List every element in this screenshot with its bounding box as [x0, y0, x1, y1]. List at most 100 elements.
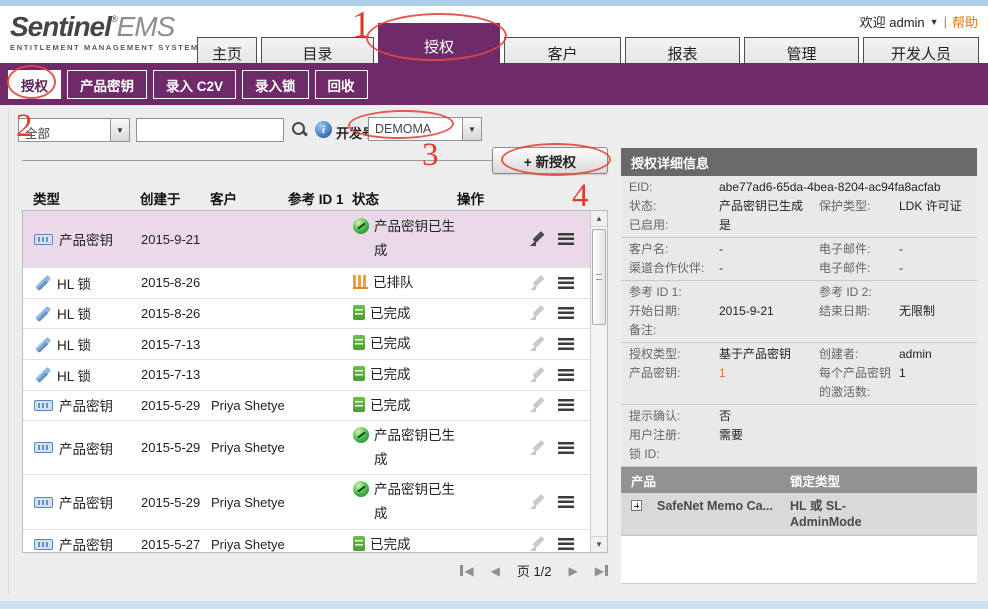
row-status: 已完成: [370, 332, 411, 356]
entitlement-type-value: 基于产品密钥: [719, 345, 819, 364]
creator-value: admin: [899, 345, 969, 364]
status-value: 产品密钥已生成: [719, 197, 819, 216]
ref2-value: [899, 283, 969, 302]
completed-icon: [353, 536, 365, 551]
scroll-down-icon[interactable]: ▼: [591, 536, 607, 552]
search-input[interactable]: [136, 118, 284, 142]
product-key-icon: [34, 539, 53, 550]
email-label: 电子邮件:: [819, 259, 899, 278]
row-type: 产品密钥: [59, 534, 113, 553]
product-key-icon: [34, 442, 53, 453]
ref2-label: 参考 ID 2:: [819, 283, 899, 302]
product-row[interactable]: SafeNet Memo Ca... HL 或 SL-AdminMode: [621, 493, 977, 536]
row-created-date: 2015-5-29: [141, 495, 211, 510]
edit-pencil-icon[interactable]: [529, 397, 545, 413]
table-row[interactable]: 产品密钥 2015-9-21 产品密钥已生成: [23, 211, 592, 268]
row-status: 已完成: [370, 302, 411, 326]
app-header: Sentinel®EMS ENTITLEMENT MANAGEMENT SYST…: [0, 6, 988, 63]
registration-label: 用户注册:: [629, 426, 719, 445]
partner-label: 渠道合作伙伴:: [629, 259, 719, 278]
edit-pencil-icon[interactable]: [529, 305, 545, 321]
pagination: ◀ ◀ 页 1/2 ▶ ▶: [430, 561, 608, 580]
row-type: HL 锁: [57, 303, 91, 323]
edit-pencil-icon[interactable]: [529, 336, 545, 352]
search-icon[interactable]: [291, 121, 308, 138]
chevron-down-icon[interactable]: ▼: [110, 119, 129, 141]
customer-value: -: [719, 240, 819, 259]
first-page-icon[interactable]: ◀: [460, 564, 473, 578]
chevron-down-icon[interactable]: ▼: [462, 118, 481, 140]
row-type: 产品密钥: [59, 395, 113, 415]
new-entitlement-button[interactable]: + 新授权: [492, 147, 608, 174]
expand-icon[interactable]: [631, 500, 642, 511]
actions-menu-icon[interactable]: [558, 338, 574, 350]
queued-icon: [353, 275, 368, 289]
details-panel-title: 授权详细信息: [621, 148, 977, 176]
next-page-icon[interactable]: ▶: [569, 564, 578, 578]
registration-value: 需要: [719, 426, 819, 445]
col-type: 类型: [33, 188, 140, 208]
row-customer: Priya Shetye: [211, 495, 289, 510]
actions-menu-icon[interactable]: [558, 442, 574, 454]
actions-menu-icon[interactable]: [558, 496, 574, 508]
hl-lock-icon: [34, 274, 51, 291]
subnav-tab-checkin-lock[interactable]: 录入锁: [242, 70, 309, 99]
edit-pencil-icon[interactable]: [529, 231, 545, 247]
previous-page-icon[interactable]: ◀: [491, 564, 500, 578]
scroll-up-icon[interactable]: ▲: [591, 211, 607, 227]
type-filter-dropdown[interactable]: 全部 ▼: [18, 118, 130, 142]
table-header: 类型 创建于 客户 参考 ID 1 状态 操作: [22, 185, 608, 210]
row-status: 已完成: [370, 363, 411, 387]
developer-id-value: DEMOMA: [369, 118, 462, 140]
start-date-value: 2015-9-21: [719, 302, 819, 321]
table-row[interactable]: HL 锁 2015-8-26 已排队: [23, 268, 592, 299]
product-keys-value[interactable]: 1: [719, 364, 819, 402]
scrollbar-thumb[interactable]: [592, 229, 606, 325]
actions-menu-icon[interactable]: [558, 277, 574, 289]
product-key-icon: [34, 497, 53, 508]
product-name: SafeNet Memo Ca...: [657, 498, 790, 530]
actions-menu-icon[interactable]: [558, 233, 574, 245]
creator-label: 创建者:: [819, 345, 899, 364]
info-icon[interactable]: i: [315, 121, 332, 138]
edit-pencil-icon[interactable]: [529, 494, 545, 510]
last-page-icon[interactable]: ▶: [595, 564, 608, 578]
key-generated-icon: [353, 481, 369, 497]
actions-menu-icon[interactable]: [558, 307, 574, 319]
table-row[interactable]: HL 锁 2015-8-26 已完成: [23, 299, 592, 330]
edit-pencil-icon[interactable]: [529, 367, 545, 383]
products-table-header: 产品 锁定类型: [621, 467, 977, 493]
actions-menu-icon[interactable]: [558, 399, 574, 411]
email-value: -: [899, 259, 969, 278]
row-customer: Priya Shetye: [211, 440, 289, 455]
subnav-tab-product-keys[interactable]: 产品密钥: [67, 70, 147, 99]
protection-label: 保护类型:: [819, 197, 899, 216]
table-row[interactable]: 产品密钥 2015-5-27 Priya Shetye 已完成: [23, 530, 592, 553]
activations-label: 每个产品密钥的激活数:: [819, 364, 899, 402]
actions-menu-icon[interactable]: [558, 369, 574, 381]
subnav-tab-entitlements[interactable]: 授权: [8, 70, 61, 99]
row-status: 已完成: [370, 394, 411, 418]
row-created-date: 2015-9-21: [141, 232, 211, 247]
edit-pencil-icon[interactable]: [529, 275, 545, 291]
subnav-tab-revoke[interactable]: 回收: [315, 70, 368, 99]
table-scrollbar[interactable]: ▲ ▼: [590, 211, 607, 552]
developer-id-dropdown[interactable]: DEMOMA ▼: [368, 117, 482, 141]
actions-menu-icon[interactable]: [558, 538, 574, 550]
product-keys-label: 产品密钥:: [629, 364, 719, 402]
table-row[interactable]: 产品密钥 2015-5-29 Priya Shetye 产品密钥已生成: [23, 475, 592, 529]
page-indicator: 页 1/2: [517, 561, 552, 580]
edit-pencil-icon[interactable]: [529, 536, 545, 552]
col-actions: 操作: [457, 188, 608, 208]
row-status: 已排队: [373, 271, 414, 295]
hl-lock-icon: [34, 336, 51, 353]
table-row[interactable]: 产品密钥 2015-5-29 Priya Shetye 产品密钥已生成: [23, 421, 592, 475]
row-type: HL 锁: [57, 334, 91, 354]
table-rows: 产品密钥 2015-9-21 产品密钥已生成 HL 锁: [23, 211, 592, 553]
table-row[interactable]: HL 锁 2015-7-13 已完成: [23, 360, 592, 391]
table-row[interactable]: HL 锁 2015-7-13 已完成: [23, 329, 592, 360]
table-row[interactable]: 产品密钥 2015-5-29 Priya Shetye 已完成: [23, 391, 592, 422]
edit-pencil-icon[interactable]: [529, 440, 545, 456]
subnav-tab-checkin-c2v[interactable]: 录入 C2V: [153, 70, 236, 99]
row-status: 产品密钥已生成: [374, 215, 458, 262]
